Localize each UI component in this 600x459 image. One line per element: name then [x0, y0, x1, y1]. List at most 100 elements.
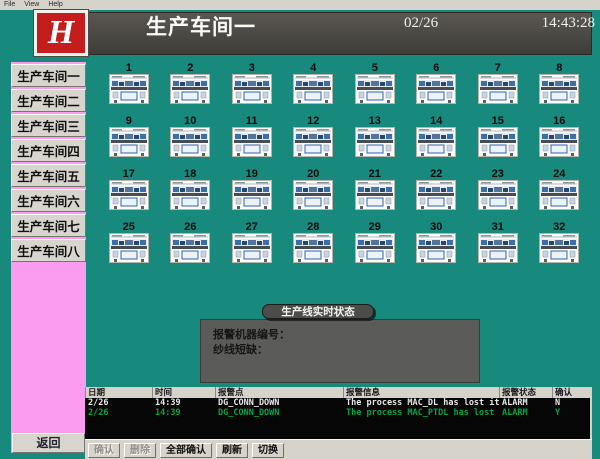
machine-number: 12 — [307, 115, 319, 127]
machine-12[interactable]: 12 — [283, 115, 345, 168]
machine-number: 18 — [184, 168, 196, 180]
alarm-cell-time: 14:39 — [152, 408, 215, 418]
back-button[interactable]: 返回 — [12, 433, 85, 453]
sidebar-item-workshop-5[interactable]: 生产车间五 — [11, 164, 86, 187]
toolbar-button-5[interactable]: 切换 — [252, 443, 284, 458]
alarm-cell-date: 2/26 — [85, 398, 152, 408]
knitting-machine-icon — [355, 74, 395, 104]
machine-number: 30 — [430, 221, 442, 233]
column-header-point: 报警点 — [216, 387, 344, 398]
machine-8[interactable]: 8 — [529, 62, 591, 115]
sidebar-workshop-list: 生产车间一生产车间二生产车间三生产车间四生产车间五生产车间六生产车间七生产车间八 — [11, 64, 86, 262]
machine-9[interactable]: 9 — [98, 115, 160, 168]
knitting-machine-icon — [293, 180, 333, 210]
alarm-toolbar: 确认删除全部确认刷新切换 — [85, 439, 592, 459]
machine-26[interactable]: 26 — [160, 221, 222, 274]
sidebar-item-workshop-7[interactable]: 生产车间七 — [11, 214, 86, 237]
machine-11[interactable]: 11 — [221, 115, 283, 168]
toolbar-button-4[interactable]: 刷新 — [216, 443, 248, 458]
machine-27[interactable]: 27 — [221, 221, 283, 274]
machine-18[interactable]: 18 — [160, 168, 222, 221]
machine-6[interactable]: 6 — [406, 62, 468, 115]
knitting-machine-icon — [170, 233, 210, 263]
knitting-machine-icon — [232, 127, 272, 157]
sidebar-item-workshop-6[interactable]: 生产车间六 — [11, 189, 86, 212]
column-header-status: 报警状态 — [500, 387, 553, 398]
knitting-machine-icon — [478, 127, 518, 157]
machine-22[interactable]: 22 — [406, 168, 468, 221]
alarm-row-2[interactable]: 2/2614:39DG_CONN_DOWNThe process MAC_PTD… — [85, 408, 592, 418]
machine-17[interactable]: 17 — [98, 168, 160, 221]
machine-number: 11 — [246, 115, 258, 127]
knitting-machine-icon — [293, 74, 333, 104]
knitting-machine-icon — [416, 233, 456, 263]
machine-number: 21 — [369, 168, 381, 180]
machine-number: 22 — [430, 168, 442, 180]
machine-21[interactable]: 21 — [344, 168, 406, 221]
knitting-machine-icon — [109, 74, 149, 104]
sidebar-item-workshop-4[interactable]: 生产车间四 — [11, 139, 86, 162]
machine-number: 19 — [246, 168, 258, 180]
machine-25[interactable]: 25 — [98, 221, 160, 274]
sidebar-item-workshop-1[interactable]: 生产车间一 — [11, 64, 86, 87]
knitting-machine-icon — [478, 233, 518, 263]
machine-16[interactable]: 16 — [529, 115, 591, 168]
machine-24[interactable]: 24 — [529, 168, 591, 221]
machine-1[interactable]: 1 — [98, 62, 160, 115]
toolbar-button-1[interactable]: 确认 — [88, 443, 120, 458]
machine-23[interactable]: 23 — [467, 168, 529, 221]
alarm-table-body: 2/2614:39DG_CONN_DOWNThe process MAC_DL … — [85, 398, 592, 439]
status-tab: 生产线实时状态 — [262, 304, 374, 319]
machine-5[interactable]: 5 — [344, 62, 406, 115]
machine-7[interactable]: 7 — [467, 62, 529, 115]
machine-number: 8 — [556, 62, 562, 74]
machine-13[interactable]: 13 — [344, 115, 406, 168]
knitting-machine-icon — [170, 180, 210, 210]
machine-number: 5 — [372, 62, 378, 74]
sidebar-item-workshop-8[interactable]: 生产车间八 — [11, 239, 86, 262]
machine-30[interactable]: 30 — [406, 221, 468, 274]
knitting-machine-icon — [232, 74, 272, 104]
knitting-machine-icon — [355, 233, 395, 263]
machine-number: 27 — [246, 221, 258, 233]
machine-29[interactable]: 29 — [344, 221, 406, 274]
machine-14[interactable]: 14 — [406, 115, 468, 168]
alarm-cell-time: 14:39 — [152, 398, 215, 408]
alarm-table-header: 日期时间报警点报警信息报警状态确认 — [85, 387, 592, 398]
machine-31[interactable]: 31 — [467, 221, 529, 274]
sidebar-item-workshop-2[interactable]: 生产车间二 — [11, 89, 86, 112]
column-header-info: 报警信息 — [344, 387, 500, 398]
alarm-cell-ack: Y — [552, 408, 591, 418]
toolbar-button-3[interactable]: 全部确认 — [160, 443, 212, 458]
alarm-cell-date: 2/26 — [85, 408, 152, 418]
machine-number: 3 — [249, 62, 255, 74]
sidebar-item-workshop-3[interactable]: 生产车间三 — [11, 114, 86, 137]
alarm-cell-status: ALARM — [499, 408, 552, 418]
column-header-time: 时间 — [153, 387, 216, 398]
brand-logo-red-box: H — [37, 13, 85, 53]
machine-3[interactable]: 3 — [221, 62, 283, 115]
machine-10[interactable]: 10 — [160, 115, 222, 168]
machine-number: 16 — [553, 115, 565, 127]
knitting-machine-icon — [293, 127, 333, 157]
machine-4[interactable]: 4 — [283, 62, 345, 115]
alarm-cell-point: DG_CONN_DOWN — [215, 398, 343, 408]
knitting-machine-icon — [539, 74, 579, 104]
knitting-machine-icon — [355, 180, 395, 210]
scada-workshop-screen: FileViewHelp H 生产车间一 02/26 14:43:28 生产车间… — [0, 0, 600, 459]
machine-number: 4 — [310, 62, 316, 74]
alarm-row-1[interactable]: 2/2614:39DG_CONN_DOWNThe process MAC_DL … — [85, 398, 592, 408]
machine-19[interactable]: 19 — [221, 168, 283, 221]
machine-number: 29 — [369, 221, 381, 233]
machine-20[interactable]: 20 — [283, 168, 345, 221]
machine-2[interactable]: 2 — [160, 62, 222, 115]
machine-number: 24 — [553, 168, 565, 180]
menu-item-file[interactable]: File — [4, 1, 15, 10]
menu-bar: FileViewHelp — [0, 0, 600, 10]
knitting-machine-icon — [539, 127, 579, 157]
machine-28[interactable]: 28 — [283, 221, 345, 274]
machine-32[interactable]: 32 — [529, 221, 591, 274]
toolbar-button-2[interactable]: 删除 — [124, 443, 156, 458]
machine-number: 6 — [433, 62, 439, 74]
machine-15[interactable]: 15 — [467, 115, 529, 168]
